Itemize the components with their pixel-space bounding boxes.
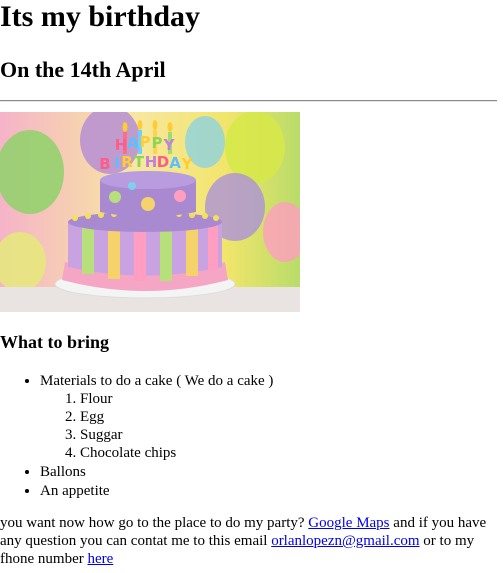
- svg-text:A: A: [169, 154, 181, 172]
- list-item: An appetite: [40, 482, 273, 500]
- bring-list: Materials to do a cake ( We do a cake ) …: [0, 372, 273, 501]
- svg-text:Y: Y: [163, 136, 176, 154]
- svg-text:H: H: [115, 136, 128, 154]
- svg-text:A: A: [127, 134, 139, 152]
- svg-text:P: P: [152, 134, 163, 152]
- svg-text:D: D: [157, 153, 169, 171]
- svg-text:R: R: [121, 153, 133, 171]
- horizontal-rule: [0, 100, 497, 102]
- google-maps-link[interactable]: Google Maps: [308, 515, 389, 531]
- svg-text:P: P: [140, 133, 151, 151]
- what-to-bring-heading: What to bring: [0, 332, 110, 352]
- svg-text:B: B: [99, 155, 110, 173]
- list-item: Suggar: [80, 426, 273, 444]
- svg-text:H: H: [145, 153, 158, 171]
- ingredients-list: Flour Egg Suggar Chocolate chips: [40, 390, 273, 462]
- page-subtitle: On the 14th April: [0, 57, 166, 82]
- phone-link[interactable]: here: [87, 551, 113, 567]
- contact-paragraph: you want now how go to the place to do m…: [0, 514, 498, 568]
- cake-illustration: H A P P Y B I R T H D A Y: [0, 112, 300, 312]
- svg-text:I: I: [114, 154, 120, 172]
- list-item: Chocolate chips: [80, 444, 273, 462]
- email-link[interactable]: orlanlopezn@gmail.com: [271, 533, 419, 549]
- svg-text:T: T: [134, 153, 145, 171]
- svg-text:Y: Y: [181, 155, 194, 173]
- list-item: Ballons: [40, 463, 273, 481]
- list-item-label: Materials to do a cake ( We do a cake ): [40, 373, 274, 389]
- list-item: Flour: [80, 390, 273, 408]
- page-title: Its my birthday: [0, 0, 201, 33]
- list-item: Egg: [80, 408, 273, 426]
- directions-text: you want now how go to the place to do m…: [0, 515, 309, 531]
- birthday-cake-image: H A P P Y B I R T H D A Y: [0, 112, 300, 312]
- list-item: Materials to do a cake ( We do a cake ) …: [40, 372, 273, 462]
